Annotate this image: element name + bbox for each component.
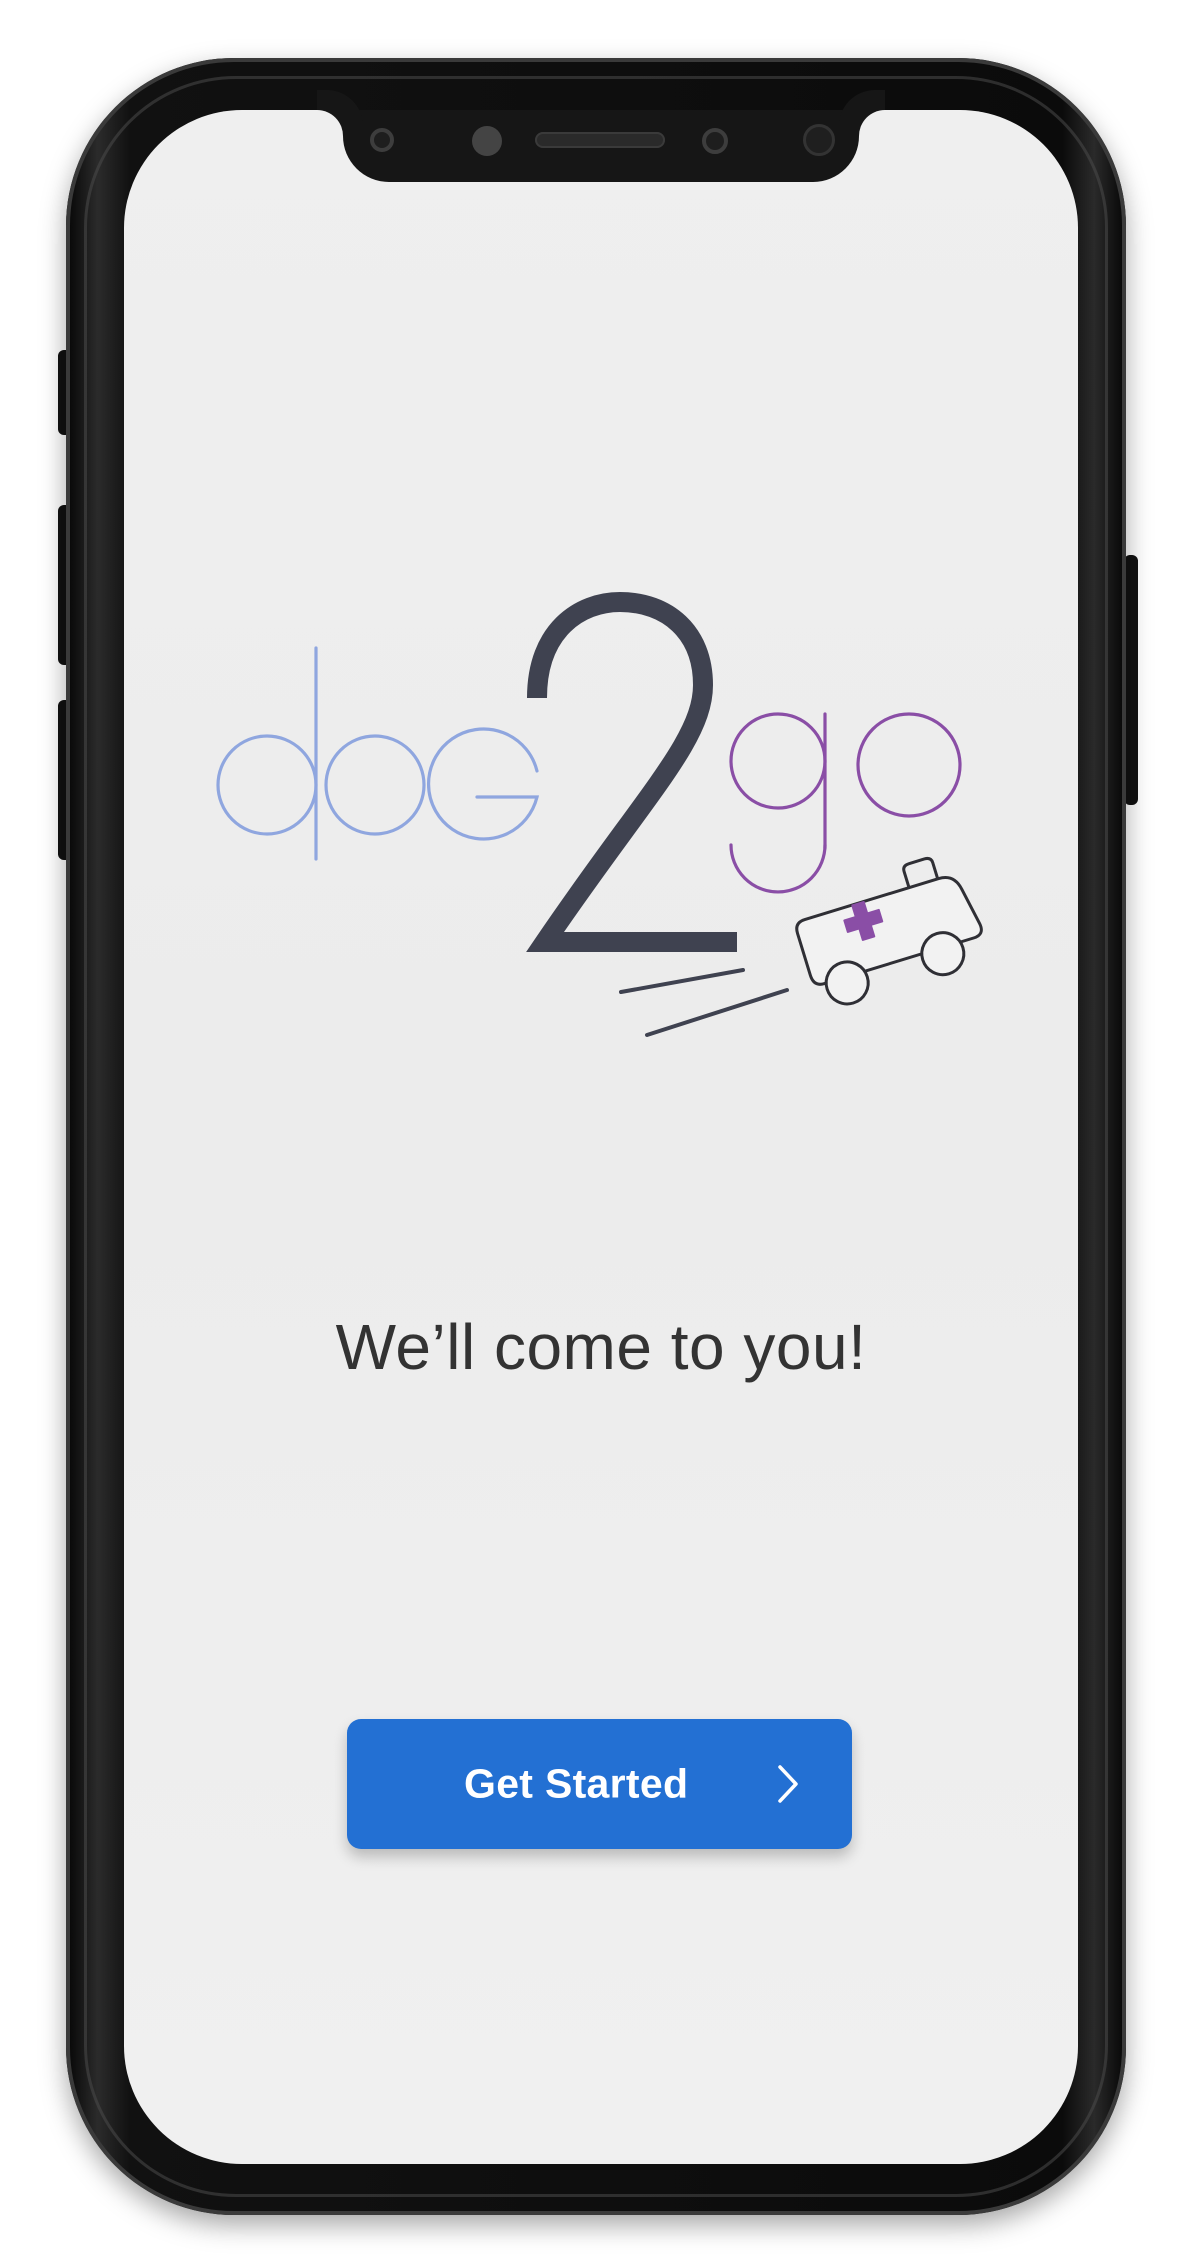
app-screen bbox=[124, 110, 1078, 2164]
ambient-sensor-icon bbox=[472, 126, 502, 156]
power-button bbox=[1124, 555, 1138, 805]
logo-two-numeral bbox=[526, 591, 737, 952]
logo-doc-letters bbox=[216, 646, 540, 861]
get-started-label: Get Started bbox=[464, 1760, 689, 1807]
get-started-button[interactable]: Get Started bbox=[347, 1719, 852, 1849]
doc2go-logo bbox=[216, 591, 983, 1037]
chevron-right-icon bbox=[778, 1765, 798, 1803]
logo-go-letters bbox=[729, 712, 962, 894]
ambulance-icon bbox=[795, 856, 983, 1006]
welcome-tagline: We’ll come to you! bbox=[335, 1311, 867, 1383]
proximity-sensor-icon bbox=[370, 128, 394, 152]
front-camera-icon bbox=[803, 124, 835, 156]
dot-projector-icon bbox=[702, 128, 728, 154]
logo-speed-lines bbox=[619, 968, 789, 1037]
earpiece-speaker bbox=[535, 132, 665, 148]
